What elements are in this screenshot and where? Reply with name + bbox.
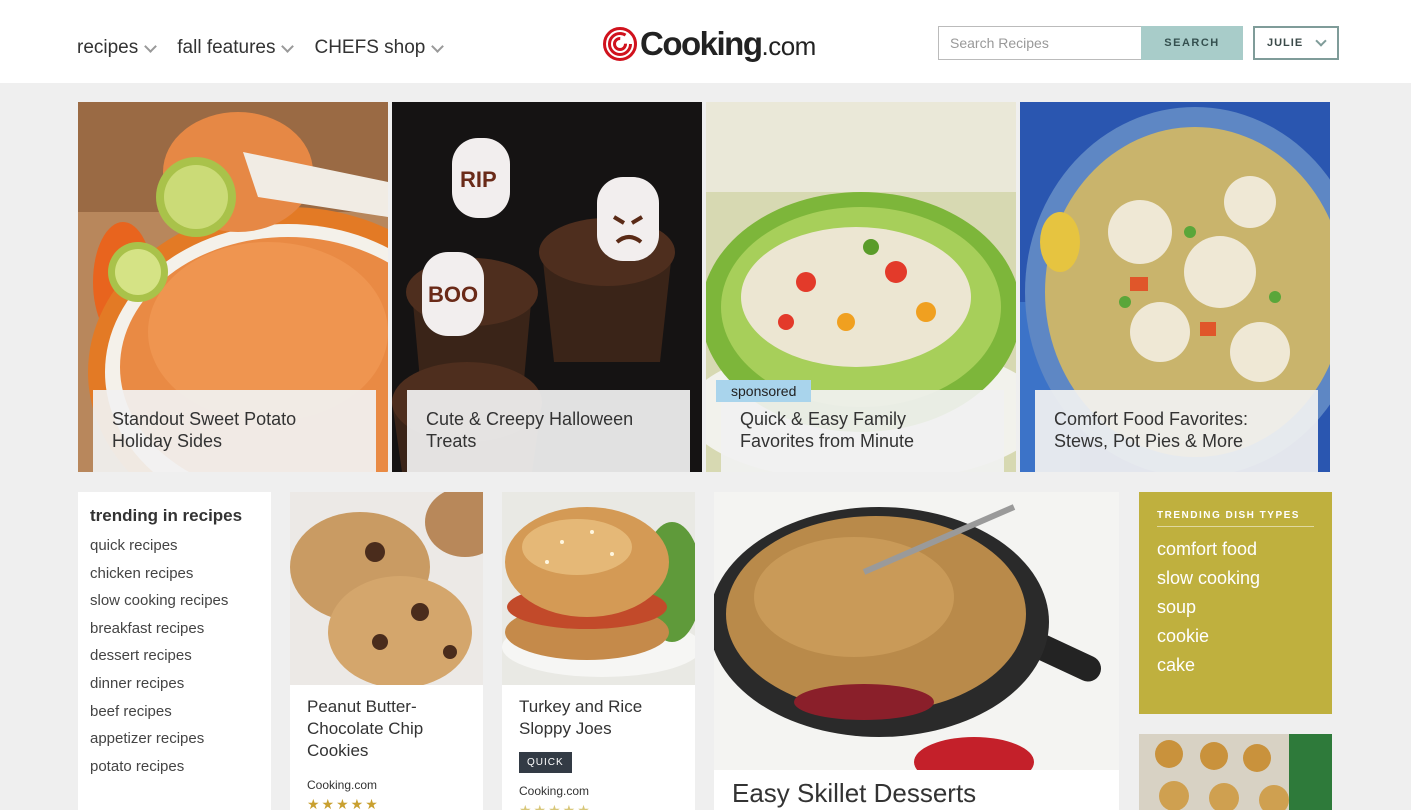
card-title: Turkey and Rice Sloppy Joes: [519, 697, 643, 738]
dish-type-link[interactable]: comfort food: [1157, 535, 1314, 564]
hero-caption: Comfort Food Favorites: Stews, Pot Pies …: [1035, 390, 1318, 472]
nav-fall-features[interactable]: fall features: [177, 37, 295, 59]
site-logo[interactable]: Cooking.com: [603, 25, 816, 63]
main-nav: recipes fall features CHEFS shop: [77, 37, 464, 59]
cookies-image: [290, 492, 483, 685]
rip-text: RIP: [460, 167, 497, 192]
nav-chefs-shop-label: CHEFS shop: [314, 37, 426, 58]
card-source: Cooking.com: [307, 778, 378, 792]
spiral-logo-icon: [603, 27, 637, 61]
user-name: JULIE: [1267, 37, 1304, 49]
hero-tile-family-favorites[interactable]: sponsored Quick & Easy Family Favorites …: [706, 102, 1016, 472]
recipe-card-sloppy-joes[interactable]: Turkey and Rice Sloppy Joes QUICK Cookin…: [502, 492, 695, 810]
hero-caption: Cute & Creepy Halloween Treats: [407, 390, 690, 472]
logo-suffix: .com: [761, 31, 816, 61]
trending-link[interactable]: dessert recipes: [90, 642, 259, 670]
hero-tile-comfort-food[interactable]: Comfort Food Favorites: Stews, Pot Pies …: [1020, 102, 1330, 472]
trending-link[interactable]: quick recipes: [90, 532, 259, 560]
nav-recipes[interactable]: recipes: [77, 37, 158, 59]
trending-link[interactable]: chicken recipes: [90, 560, 259, 588]
recipe-card-cookies[interactable]: Peanut Butter-Chocolate Chip Cookies Coo…: [290, 492, 483, 810]
trending-link[interactable]: appetizer recipes: [90, 725, 259, 753]
card-title: Peanut Butter-Chocolate Chip Cookies: [307, 697, 424, 760]
logo-wordmark: Cooking.com: [640, 25, 816, 63]
sponsored-badge: sponsored: [716, 380, 812, 402]
trending-link[interactable]: breakfast recipes: [90, 615, 259, 643]
hero-tile-sweet-potato[interactable]: Standout Sweet Potato Holiday Sides: [78, 102, 388, 472]
chevron-down-icon: [281, 39, 295, 53]
card-source: Cooking.com: [519, 784, 590, 798]
rating-stars: ★★★★★: [307, 796, 380, 810]
trending-link[interactable]: potato recipes: [90, 753, 259, 781]
search-input[interactable]: [938, 26, 1142, 60]
feature-title: Easy Skillet Desserts: [732, 778, 977, 808]
muffins-image: [1139, 734, 1332, 810]
trending-recipes-panel: trending in recipes quick recipes chicke…: [78, 492, 271, 810]
nav-fall-features-label: fall features: [177, 37, 276, 58]
dish-type-link[interactable]: slow cooking: [1157, 564, 1314, 593]
nav-recipes-label: recipes: [77, 37, 139, 58]
dish-type-link[interactable]: cake: [1157, 651, 1314, 680]
dish-types-title: TRENDING DISH TYPES: [1157, 510, 1314, 527]
boo-text: BOO: [428, 282, 478, 307]
nav-chefs-shop[interactable]: CHEFS shop: [314, 37, 445, 59]
hero-tile-halloween[interactable]: RIP BOO Cute & Creepy Halloween Treats: [392, 102, 702, 472]
hero-caption: Quick & Easy Family Favorites from Minut…: [721, 390, 1004, 472]
hero-caption: Standout Sweet Potato Holiday Sides: [93, 390, 376, 472]
logo-name: Cooking: [640, 25, 763, 62]
search-button[interactable]: SEARCH: [1141, 26, 1243, 60]
trending-link[interactable]: beef recipes: [90, 698, 259, 726]
dish-types-list: comfort food slow cooking soup cookie ca…: [1157, 535, 1314, 680]
chevron-down-icon: [431, 39, 445, 53]
trending-dish-types-panel: TRENDING DISH TYPES comfort food slow co…: [1139, 492, 1332, 714]
rating-stars: ★★★★★: [519, 802, 592, 810]
trending-link[interactable]: slow cooking recipes: [90, 587, 259, 615]
site-header: recipes fall features CHEFS shop Cooking…: [0, 0, 1411, 83]
chevron-down-icon: [1315, 35, 1327, 47]
skillet-dessert-image: [714, 492, 1119, 787]
dish-type-link[interactable]: cookie: [1157, 622, 1314, 651]
recipe-card-muffins[interactable]: [1139, 734, 1332, 810]
user-menu-button[interactable]: JULIE: [1253, 26, 1339, 60]
trending-title: trending in recipes: [90, 506, 243, 525]
dish-type-link[interactable]: soup: [1157, 593, 1314, 622]
sloppy-joe-image: [502, 492, 695, 685]
trending-link[interactable]: dinner recipes: [90, 670, 259, 698]
feature-card-skillet-desserts[interactable]: Easy Skillet Desserts: [714, 492, 1119, 810]
quick-tag: QUICK: [519, 752, 572, 773]
chevron-down-icon: [144, 39, 158, 53]
trending-list: quick recipes chicken recipes slow cooki…: [90, 532, 259, 780]
